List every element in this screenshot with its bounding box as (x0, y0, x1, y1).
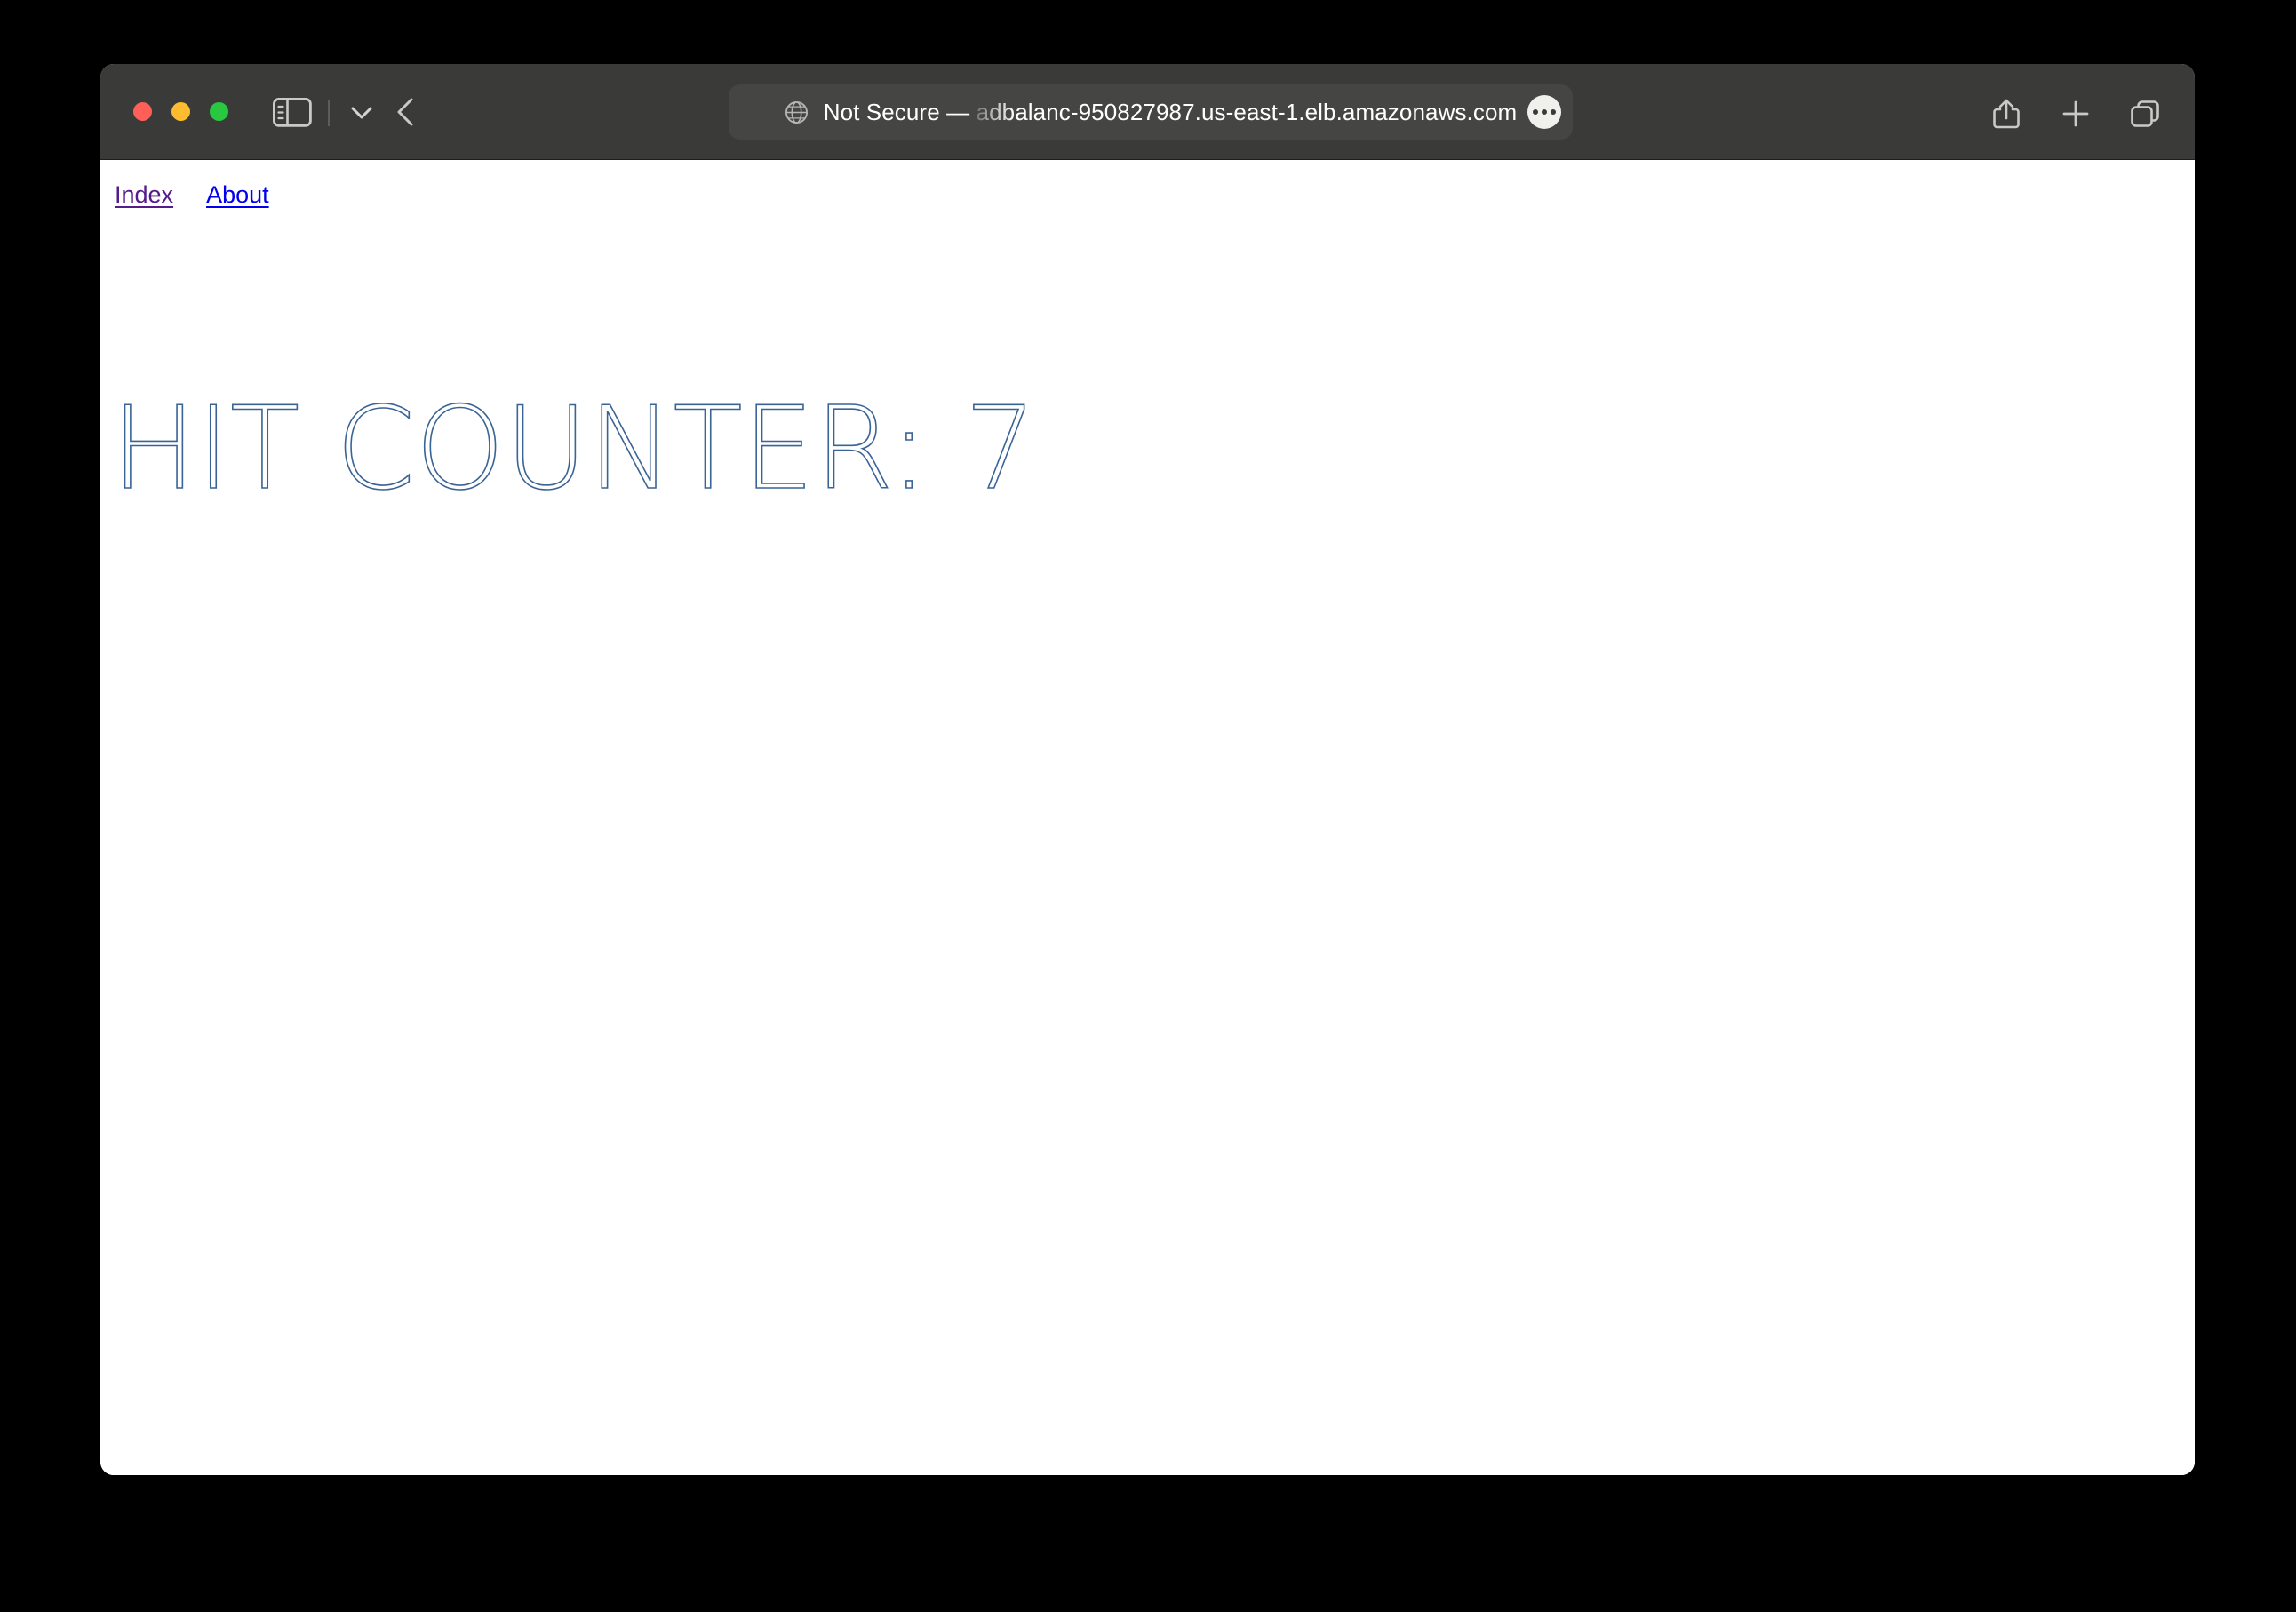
address-separator-dash: — (946, 98, 970, 125)
ellipsis-dot (1542, 109, 1547, 115)
back-navigation-button[interactable] (394, 96, 419, 128)
address-space (969, 99, 976, 125)
page-navigation: Index About (115, 181, 269, 209)
toolbar-right-actions (1990, 98, 2161, 130)
back-chevron-icon (397, 98, 413, 126)
ellipsis-dot (1533, 109, 1538, 115)
address-bar[interactable]: Not Secure — adbalanc-950827987.us-east-… (729, 84, 1573, 140)
nav-link-index[interactable]: Index (115, 181, 173, 209)
sidebar-icon (273, 98, 312, 127)
plus-icon (2062, 100, 2089, 127)
tab-overview-button[interactable] (2129, 98, 2161, 130)
toolbar-divider (328, 100, 330, 126)
desktop-background: Not Secure — adbalanc-950827987.us-east-… (0, 0, 2296, 1612)
hit-counter-heading: HIT COUNTER: 7 (110, 382, 1037, 515)
close-window-button[interactable] (133, 102, 152, 121)
sidebar-dropdown-button[interactable] (347, 103, 377, 123)
security-status-label: Not Secure (823, 98, 940, 125)
address-host-text: adbalanc-950827987.us-east-1.elb.amazona… (976, 98, 1518, 125)
tab-overview-icon (2131, 100, 2159, 127)
share-button[interactable] (1990, 98, 2022, 130)
address-separator (940, 99, 946, 125)
nav-link-about[interactable]: About (206, 181, 269, 209)
address-bar-text: Not Secure — adbalanc-950827987.us-east-… (824, 99, 1518, 126)
new-tab-button[interactable] (2060, 98, 2092, 130)
maximize-window-button[interactable] (210, 102, 228, 121)
ellipsis-dot (1551, 109, 1556, 115)
sidebar-toggle-button[interactable] (273, 98, 312, 127)
safari-browser-window: Not Secure — adbalanc-950827987.us-east-… (100, 64, 2195, 1475)
chevron-down-icon (351, 107, 372, 119)
window-controls (133, 102, 228, 121)
share-icon (1993, 99, 2020, 129)
globe-icon (785, 100, 808, 124)
browser-toolbar: Not Secure — adbalanc-950827987.us-east-… (100, 64, 2195, 160)
minimize-window-button[interactable] (171, 102, 190, 121)
address-bar-more-button[interactable] (1527, 95, 1561, 129)
address-bar-content: Not Secure — adbalanc-950827987.us-east-… (729, 84, 1573, 140)
web-page-content: Index About HIT COUNTER: 7 (100, 161, 2195, 1475)
